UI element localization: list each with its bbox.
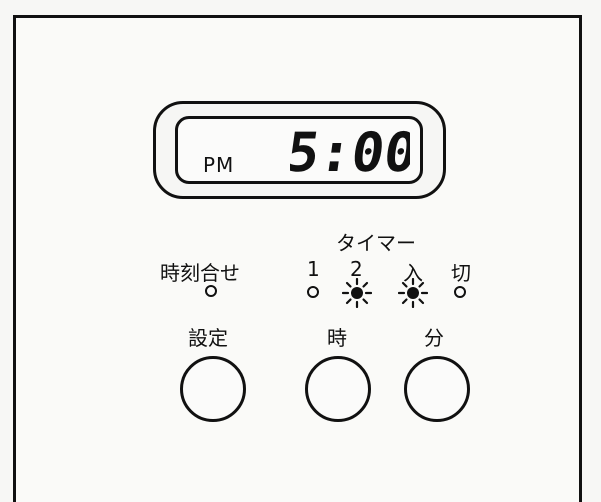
timer-mode-1-lamp-off (307, 286, 319, 298)
timer-mode-1-label: 1 (307, 257, 320, 281)
timer-mode-2-lamp-lit-icon (342, 278, 372, 308)
lcd-time-readout: 5:00 (290, 123, 410, 179)
minute-button[interactable] (404, 356, 470, 422)
clock-set-lamp-off (205, 285, 217, 297)
panel-frame (13, 15, 582, 502)
timer-mode-off-lamp-off (454, 286, 466, 298)
control-panel: PM 5:00 時刻合せ タイマー 1 2 入 切 設定 時 分 (0, 0, 601, 502)
set-button-label: 設定 (188, 326, 228, 350)
timer-mode-on-lamp-lit-icon (398, 278, 428, 308)
timer-mode-off-label: 切 (451, 261, 471, 285)
timer-label: タイマー (336, 231, 416, 255)
lcd-time-text: 5:00 (290, 123, 410, 179)
hour-button-label: 時 (327, 326, 347, 350)
set-button[interactable] (180, 356, 246, 422)
lcd-ampm-indicator: PM (203, 153, 235, 177)
hour-button[interactable] (305, 356, 371, 422)
minute-button-label: 分 (424, 326, 444, 350)
clock-set-label: 時刻合せ (160, 261, 240, 285)
